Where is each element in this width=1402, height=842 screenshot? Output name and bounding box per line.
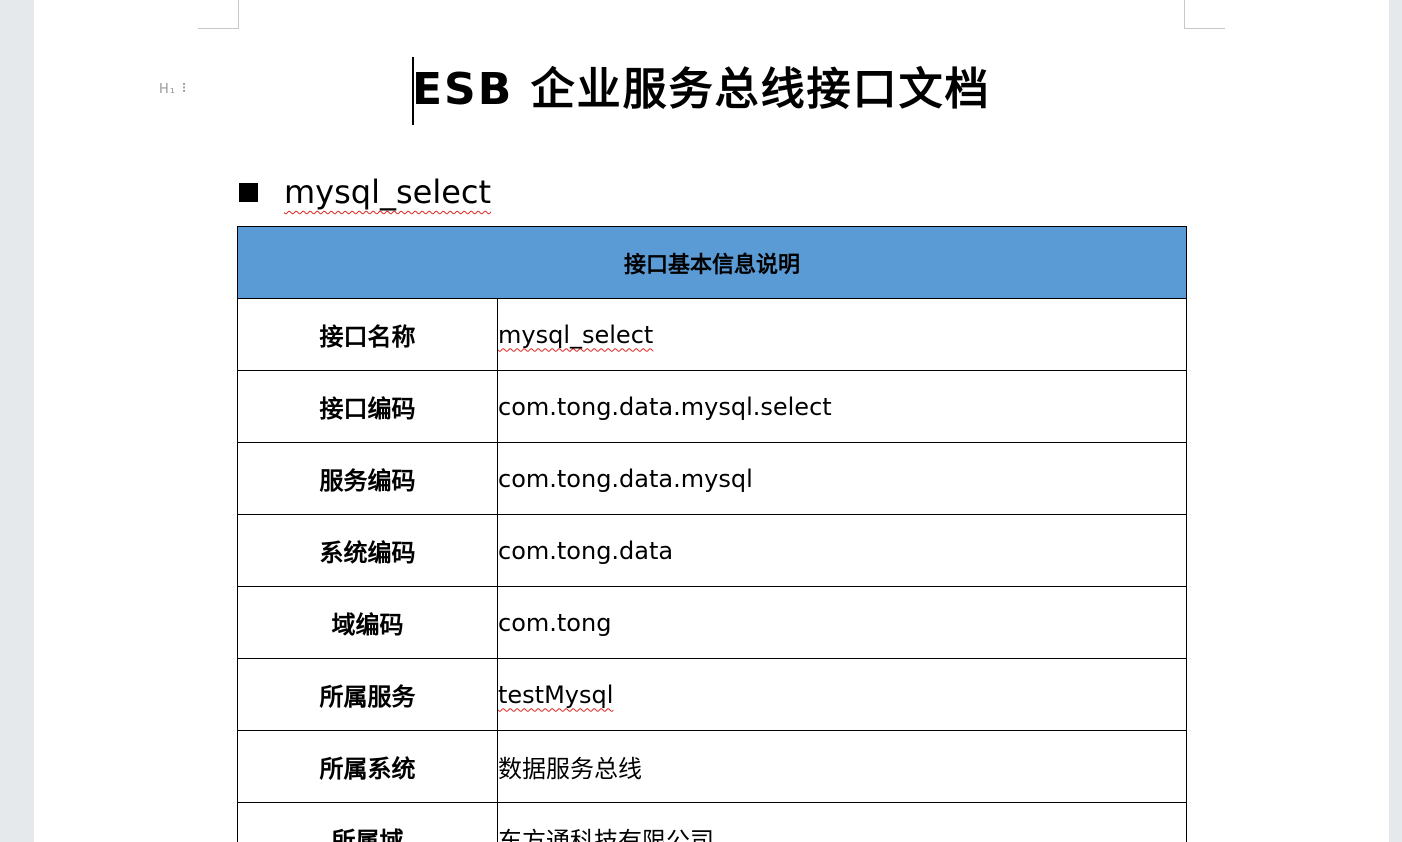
row-value-text: testMysql <box>498 680 614 709</box>
table-row: 域编码 com.tong <box>237 586 1188 659</box>
text-cursor <box>412 57 414 125</box>
row-label[interactable]: 接口编码 <box>237 370 498 443</box>
row-value[interactable]: com.tong <box>496 586 1188 659</box>
row-label[interactable]: 域编码 <box>237 586 498 659</box>
row-label[interactable]: 所属系统 <box>237 730 498 803</box>
square-bullet-icon <box>239 182 258 202</box>
table-row: 所属服务 testMysql <box>237 658 1188 731</box>
scrollbar[interactable] <box>1389 0 1402 842</box>
row-label[interactable]: 服务编码 <box>237 442 498 515</box>
heading-drag-handle-icon[interactable]: H₁ ⠇ <box>159 82 192 97</box>
table-row: 系统编码 com.tong.data <box>237 514 1188 587</box>
margin-marker-top-right <box>1184 0 1225 29</box>
table-row: 所属系统 数据服务总线 <box>237 730 1188 803</box>
row-value[interactable]: testMysql <box>496 658 1188 731</box>
interface-info-table[interactable]: 接口基本信息说明 接口名称 mysql_select 接口编码 com.tong… <box>236 226 1188 842</box>
section-heading[interactable]: mysql_select <box>239 170 491 214</box>
table-row: 接口编码 com.tong.data.mysql.select <box>237 370 1188 443</box>
table-row: 接口名称 mysql_select <box>237 298 1188 371</box>
row-value[interactable]: com.tong.data <box>496 514 1188 587</box>
row-label[interactable]: 接口名称 <box>237 298 498 371</box>
table-row: 所属域 东方通科技有限公司 <box>237 802 1188 842</box>
row-value[interactable]: mysql_select <box>496 298 1188 371</box>
row-value[interactable]: 数据服务总线 <box>496 730 1188 803</box>
table-header-row: 接口基本信息说明 <box>236 226 1188 299</box>
document-title[interactable]: ESB 企业服务总线接口文档 <box>412 56 1012 124</box>
row-label[interactable]: 系统编码 <box>237 514 498 587</box>
document-page[interactable]: H₁ ⠇ ESB 企业服务总线接口文档 mysql_select 接口基本信息说… <box>34 0 1389 842</box>
row-label[interactable]: 所属服务 <box>237 658 498 731</box>
row-value-text: mysql_select <box>498 320 654 349</box>
table-row: 服务编码 com.tong.data.mysql <box>237 442 1188 515</box>
row-value[interactable]: 东方通科技有限公司 <box>496 802 1188 842</box>
row-label[interactable]: 所属域 <box>237 802 498 842</box>
row-value[interactable]: com.tong.data.mysql.select <box>496 370 1188 443</box>
row-value[interactable]: com.tong.data.mysql <box>496 442 1188 515</box>
margin-marker-top-left <box>198 0 239 29</box>
table-header-cell[interactable]: 接口基本信息说明 <box>236 226 1188 299</box>
section-title[interactable]: mysql_select <box>284 173 491 211</box>
